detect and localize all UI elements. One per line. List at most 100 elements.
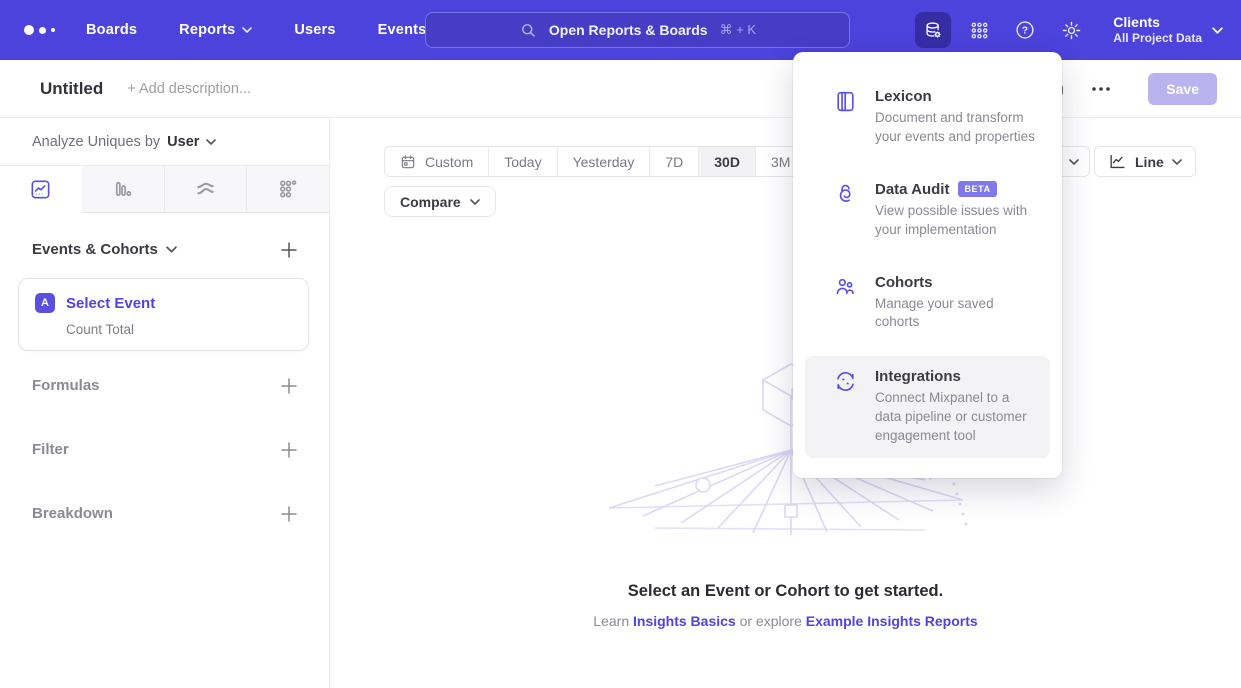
- chart-type-tabs: [0, 166, 329, 213]
- date-range-custom-label: Custom: [425, 154, 473, 170]
- ellipsis-icon: [1092, 87, 1110, 91]
- date-range-30d[interactable]: 30D: [698, 147, 755, 176]
- gear-icon: [1061, 20, 1082, 41]
- report-canvas: Custom Today Yesterday 7D 30D 3M 6M Comp…: [330, 118, 1241, 688]
- plus-icon: [281, 442, 297, 458]
- search-icon: [519, 21, 537, 39]
- chevron-down-icon: [470, 199, 480, 205]
- or-explore-text: or explore: [740, 613, 802, 629]
- data-audit-icon: [833, 181, 859, 212]
- date-range-7d-label: 7D: [665, 154, 683, 170]
- chevron-down-icon[interactable]: [166, 246, 177, 253]
- help-button[interactable]: ?: [1007, 12, 1043, 48]
- date-range-yesterday[interactable]: Yesterday: [557, 147, 650, 176]
- cohorts-users-icon: [833, 274, 859, 305]
- more-options-button[interactable]: [1086, 74, 1116, 104]
- add-description-field[interactable]: + Add description...: [127, 81, 251, 97]
- database-gear-icon: [923, 20, 944, 41]
- analyze-by-dropdown[interactable]: User: [167, 134, 216, 150]
- nav-reports[interactable]: Reports: [179, 22, 252, 38]
- settings-button[interactable]: [1053, 12, 1089, 48]
- date-range-yesterday-label: Yesterday: [573, 154, 635, 170]
- insights-basics-link[interactable]: Insights Basics: [633, 613, 736, 629]
- count-total-dropdown[interactable]: Count Total: [66, 322, 292, 337]
- menu-item-data-audit[interactable]: Data AuditBETA View possible issues with…: [805, 169, 1050, 252]
- menu-item-lexicon[interactable]: Lexicon Document and transform your even…: [805, 76, 1050, 159]
- compare-dropdown[interactable]: Compare: [384, 186, 496, 217]
- events-cohorts-label[interactable]: Events & Cohorts: [32, 241, 158, 258]
- add-breakdown-button[interactable]: [281, 506, 297, 522]
- visualization-dropdown[interactable]: Line: [1094, 146, 1196, 177]
- plus-icon: [281, 242, 297, 258]
- example-insights-reports-link[interactable]: Example Insights Reports: [806, 613, 978, 629]
- line-chart-tab-icon: [29, 178, 52, 201]
- integrations-sync-icon: [833, 368, 859, 399]
- tab-flow-chart[interactable]: [164, 166, 247, 213]
- beta-badge: BETA: [958, 181, 996, 197]
- chevron-down-icon: [206, 139, 216, 145]
- mixpanel-logo-icon[interactable]: [24, 25, 70, 35]
- event-card[interactable]: A Select Event Count Total: [18, 278, 309, 351]
- menu-item-description: Document and transform your events and p…: [875, 110, 1035, 144]
- menu-item-integrations[interactable]: Integrations Connect Mixpanel to a data …: [805, 356, 1050, 458]
- chevron-down-icon: [1069, 159, 1079, 165]
- nav-reports-label: Reports: [179, 22, 235, 38]
- analyze-by-value: User: [167, 134, 199, 150]
- chevron-down-icon: [1172, 159, 1182, 165]
- add-event-button[interactable]: [281, 242, 297, 258]
- nav-right-cluster: ? Clients All Project Data: [915, 0, 1223, 60]
- formulas-label: Formulas: [32, 377, 100, 394]
- add-filter-button[interactable]: [281, 442, 297, 458]
- svg-text:?: ?: [1022, 26, 1028, 37]
- menu-item-cohorts[interactable]: Cohorts Manage your saved cohorts: [805, 262, 1050, 345]
- menu-item-description: View possible issues with your implement…: [875, 203, 1027, 237]
- date-range-today[interactable]: Today: [488, 147, 556, 176]
- org-name: Clients: [1113, 14, 1202, 32]
- menu-item-title: Lexicon: [875, 88, 1038, 105]
- mixpanel-insights-page: Boards Reports Users Events Open Reports…: [0, 0, 1241, 688]
- nav-users-label: Users: [294, 22, 335, 38]
- nav-boards-label: Boards: [86, 22, 137, 38]
- tab-metric-chart[interactable]: [246, 166, 329, 213]
- tab-bar-chart[interactable]: [82, 166, 164, 213]
- select-event-button[interactable]: Select Event: [66, 295, 155, 312]
- formulas-section: Formulas: [0, 377, 329, 394]
- apps-grid-button[interactable]: [961, 12, 997, 48]
- menu-item-title: Cohorts: [875, 274, 1038, 291]
- add-formula-button[interactable]: [281, 378, 297, 394]
- menu-item-title: Data AuditBETA: [875, 181, 1038, 198]
- date-range-7d[interactable]: 7D: [649, 147, 698, 176]
- empty-state-subtitle: Learn Insights Basics or explore Example…: [330, 613, 1241, 629]
- empty-state-title: Select an Event or Cohort to get started…: [330, 582, 1241, 601]
- compare-label: Compare: [400, 194, 461, 210]
- analyze-label: Analyze Uniques by: [32, 134, 160, 150]
- project-switcher[interactable]: Clients All Project Data: [1113, 14, 1223, 47]
- lexicon-book-icon: [833, 88, 859, 119]
- nav-events[interactable]: Events: [378, 22, 427, 38]
- nav-users[interactable]: Users: [294, 22, 335, 38]
- line-chart-icon: [1108, 152, 1127, 171]
- filter-section: Filter: [0, 441, 329, 458]
- event-series-badge: A: [35, 293, 55, 313]
- learn-text: Learn: [593, 613, 629, 629]
- save-button[interactable]: Save: [1148, 73, 1217, 105]
- bar-chart-tab-icon: [111, 178, 134, 201]
- help-icon: ?: [1014, 19, 1036, 41]
- analyze-row: Analyze Uniques by User: [0, 118, 329, 166]
- breakdown-section: Breakdown: [0, 505, 329, 522]
- nav-boards[interactable]: Boards: [86, 22, 137, 38]
- report-title[interactable]: Untitled: [40, 79, 103, 99]
- nav-events-label: Events: [378, 22, 427, 38]
- global-search-input[interactable]: Open Reports & Boards ⌘ + K: [425, 12, 850, 48]
- date-range-custom[interactable]: Custom: [385, 147, 488, 176]
- data-management-button[interactable]: [915, 12, 951, 48]
- search-shortcut: ⌘ + K: [720, 22, 757, 38]
- primary-nav: Boards Reports Users Events: [86, 22, 426, 38]
- chevron-down-icon: [1212, 27, 1223, 34]
- tab-line-chart[interactable]: [0, 166, 82, 213]
- date-range-30d-label: 30D: [714, 154, 740, 170]
- metric-tab-icon: [277, 178, 300, 201]
- breakdown-label: Breakdown: [32, 505, 113, 522]
- top-nav: Boards Reports Users Events Open Reports…: [0, 0, 1241, 60]
- chevron-down-icon: [242, 27, 252, 33]
